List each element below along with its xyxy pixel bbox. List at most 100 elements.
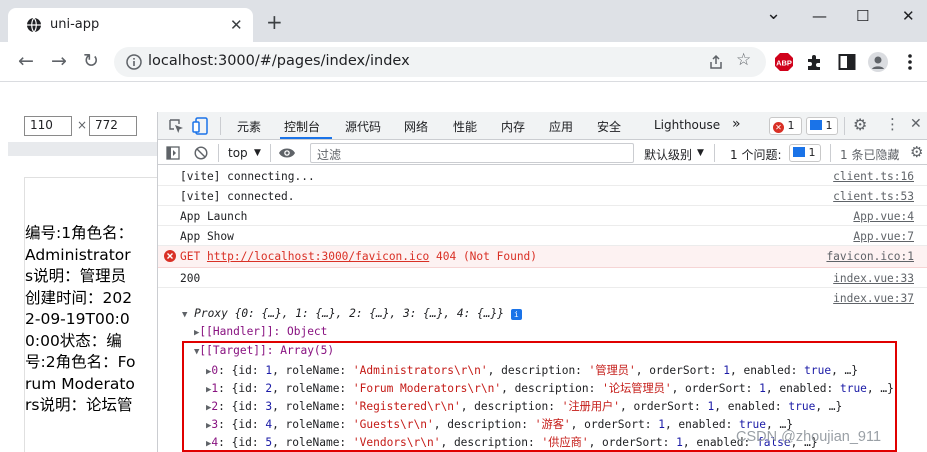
back-icon[interactable]: ← <box>18 51 34 71</box>
profile-icon[interactable] <box>868 52 888 72</box>
issues-count: 1 <box>808 146 816 159</box>
hidden-count: 1 条已隐藏 <box>840 148 900 162</box>
tab-security[interactable]: 安全 <box>597 118 621 135</box>
sidebar-toggle-icon[interactable] <box>166 146 180 160</box>
message-count-badge[interactable]: 1 <box>806 117 838 135</box>
tab-close-icon[interactable]: ✕ <box>230 16 243 34</box>
live-expression-eye-icon[interactable] <box>278 146 296 160</box>
side-panel-icon[interactable] <box>838 53 856 71</box>
tab-search-icon[interactable]: ⌄ <box>766 4 781 24</box>
watermark: CSDN @zhoujian_911 <box>736 429 882 445</box>
filter-separator <box>714 144 715 162</box>
tab-application[interactable]: 应用 <box>549 118 573 135</box>
tab-lighthouse[interactable]: Lighthouse <box>654 118 720 132</box>
device-toggle-icon[interactable] <box>192 117 208 135</box>
kebab-menu-icon[interactable] <box>905 52 915 72</box>
source-link[interactable]: index.vue:33 <box>833 272 914 285</box>
error-url[interactable]: http://localhost:3000/favicon.ico <box>207 250 429 263</box>
http-method: GET <box>180 250 201 263</box>
info-icon[interactable]: i <box>510 309 522 320</box>
settings-gear-icon[interactable]: ⚙ <box>853 115 867 134</box>
levels-dropdown-icon[interactable]: ▼ <box>697 148 704 158</box>
console-row: App Show App.vue:7 <box>158 226 927 246</box>
source-link[interactable]: client.ts:16 <box>833 170 914 183</box>
share-icon[interactable] <box>708 54 724 70</box>
minimize-icon[interactable]: — <box>812 6 827 26</box>
clear-console-icon[interactable] <box>194 146 208 160</box>
source-link[interactable]: favicon.ico:1 <box>826 250 914 263</box>
handler-label: [[Handler]]: Object <box>199 325 328 338</box>
expanded-triangle-icon: ▼ <box>182 310 188 320</box>
log-levels-select[interactable]: 默认级别 <box>644 146 692 163</box>
filter-input[interactable]: 过滤 <box>310 143 634 163</box>
handler-node[interactable]: ▶[[Handler]]: Object <box>194 325 327 338</box>
source-link[interactable]: App.vue:7 <box>853 230 914 243</box>
title-bar: uni-app ✕ + ⌄ — ☐ ✕ <box>0 0 927 42</box>
proxy-summary: Proxy {0: {…}, 1: {…}, 2: {…}, 3: {…}, 4… <box>194 307 505 320</box>
close-icon[interactable]: ✕ <box>902 6 915 26</box>
tab-separator <box>220 117 221 135</box>
console-settings-icon[interactable]: ⚙ <box>910 143 923 161</box>
console-row: index.vue:37 <box>158 288 927 308</box>
tab-elements[interactable]: 元素 <box>237 118 261 135</box>
proxy-node[interactable]: ▼ Proxy {0: {…}, 1: {…}, 2: {…}, 3: {…},… <box>182 307 522 320</box>
log-message: [vite] connected. <box>180 190 295 203</box>
tab-performance[interactable]: 性能 <box>453 118 477 135</box>
tab-sources[interactable]: 源代码 <box>345 118 381 135</box>
console-error-row: GET http://localhost:3000/favicon.ico 40… <box>158 246 927 268</box>
dimension-separator: × <box>77 118 88 132</box>
devtools-close-icon[interactable]: ✕ <box>910 116 922 132</box>
url-text[interactable]: localhost:3000/#/pages/index/index <box>148 53 410 69</box>
error-count-badge[interactable]: ✕ 1 <box>769 117 802 135</box>
maximize-icon[interactable]: ☐ <box>856 6 869 26</box>
height-input[interactable]: 772 <box>89 116 137 136</box>
source-link[interactable]: client.ts:53 <box>833 190 914 203</box>
browser-tab[interactable]: uni-app ✕ <box>8 8 253 42</box>
context-dropdown-icon[interactable]: ▼ <box>254 148 261 158</box>
new-tab-button[interactable]: + <box>266 12 283 32</box>
log-message: [vite] connecting... <box>180 170 315 183</box>
more-tabs-icon[interactable]: » <box>732 116 741 132</box>
role-list-text: 编号:1角色名：Administrators说明：管理员创建时间：2022-09… <box>25 224 136 414</box>
message-icon <box>810 120 822 130</box>
active-tab-underline <box>280 137 332 139</box>
issues-label[interactable]: 1 个问题: <box>730 146 782 163</box>
log-number: 200 <box>180 272 201 285</box>
inspect-icon[interactable] <box>168 118 184 134</box>
source-link[interactable]: App.vue:4 <box>853 210 914 223</box>
issues-badge[interactable]: 1 <box>789 144 821 162</box>
devtools-tab-bar: 元素 控制台 源代码 网络 性能 内存 应用 安全 Lighthouse » ✕… <box>158 112 927 140</box>
console-output: [vite] connecting... client.ts:16 [vite]… <box>158 166 927 452</box>
error-message: GET http://localhost:3000/favicon.ico 40… <box>180 250 537 263</box>
adblock-icon[interactable]: ABP <box>774 52 794 72</box>
info-icon[interactable] <box>126 54 142 70</box>
bookmark-star-icon[interactable]: ☆ <box>736 50 751 70</box>
console-filter-bar: top ▼ 过滤 默认级别 ▼ 1 个问题: 1 1 条已隐藏 ⚙ <box>158 141 927 165</box>
log-message: App Show <box>180 230 234 243</box>
message-count: 1 <box>825 119 833 132</box>
console-row: [vite] connected. client.ts:53 <box>158 186 927 206</box>
tab-memory[interactable]: 内存 <box>501 118 525 135</box>
error-icon: ✕ <box>773 122 784 133</box>
width-input[interactable]: 110 <box>24 116 72 136</box>
filter-separator <box>830 144 831 162</box>
message-icon <box>793 147 805 157</box>
source-link[interactable]: index.vue:37 <box>833 292 914 305</box>
forward-icon[interactable]: → <box>51 51 67 71</box>
svg-text:ABP: ABP <box>776 59 792 68</box>
devtools-menu-icon[interactable]: ⋮ <box>885 115 900 133</box>
log-message: App Launch <box>180 210 248 223</box>
device-dimension-bar: 110 × 772 <box>0 112 157 140</box>
http-status: 404 (Not Found) <box>436 250 538 263</box>
tab-separator <box>844 117 845 135</box>
extensions-icon[interactable] <box>805 52 825 72</box>
address-bar[interactable]: localhost:3000/#/pages/index/index ☆ <box>114 47 766 77</box>
page-preview-pane: 110 × 772 编号:1角色名：Administrators说明：管理员创建… <box>0 112 158 452</box>
reload-icon[interactable]: ↻ <box>83 51 99 71</box>
tab-console[interactable]: 控制台 <box>284 118 320 135</box>
tab-network[interactable]: 网络 <box>404 118 428 135</box>
device-viewport: 编号:1角色名：Administrators说明：管理员创建时间：2022-09… <box>24 177 157 452</box>
browser-window: uni-app ✕ + ⌄ — ☐ ✕ ← → ↻ localhost:3000… <box>0 0 927 452</box>
console-row: App Launch App.vue:4 <box>158 206 927 226</box>
context-select[interactable]: top <box>228 146 248 160</box>
